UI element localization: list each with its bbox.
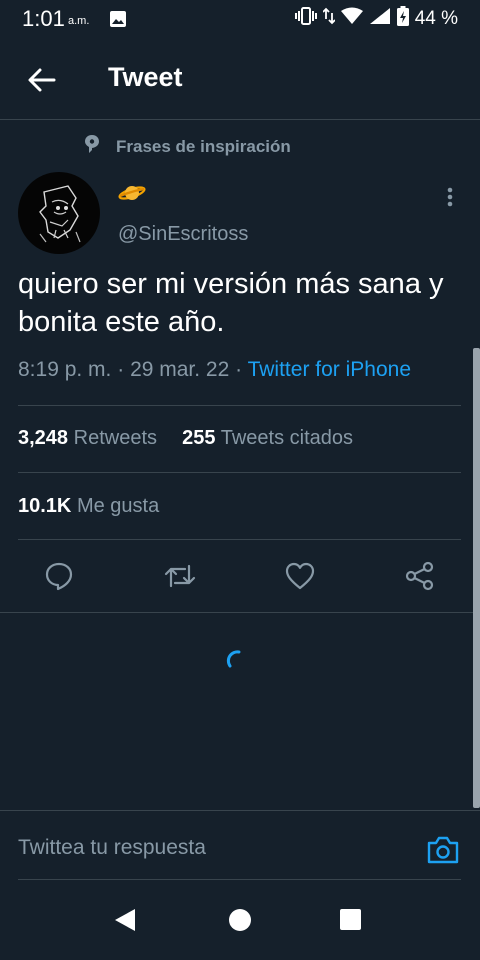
meta-separator: · [229,358,248,381]
quotes-label: Tweets citados [220,427,353,449]
avatar-illustration [39,185,81,243]
system-nav-bar [0,896,480,960]
like-icon [285,562,315,590]
reply-composer: Twittea tu respuesta [0,810,480,896]
author-handle[interactable]: @SinEscritoss [118,223,248,246]
nav-back-icon [115,909,135,931]
topic-label: Frases de inspiración [116,136,291,156]
quotes-stat[interactable]: 255 Tweets citados [182,427,353,449]
status-time: 1:01 [22,6,65,31]
data-arrows-icon [322,7,336,30]
retweet-icon [164,564,196,588]
reply-input[interactable]: Twittea tu respuesta [18,836,398,860]
divider [18,472,461,473]
likes-stat[interactable]: 10.1K Me gusta [18,495,159,518]
loading-spinner [226,648,246,673]
nav-recents-button[interactable] [340,909,361,930]
retweets-label: Retweets [73,427,157,449]
topic-pin-icon [84,134,100,159]
divider [0,612,480,613]
back-button[interactable] [24,62,60,98]
tweet-text: quiero ser mi versión más sana y bonita … [18,268,444,338]
tweet-date: 29 mar. 22 [130,358,230,381]
topic-context[interactable]: Frases de inspiración [84,134,291,159]
scrollbar[interactable] [473,348,480,808]
avatar[interactable] [18,172,100,254]
status-ampm: a.m. [68,15,90,27]
page-title: Tweet [108,62,183,92]
battery-charging-icon [396,6,409,31]
status-bar: 1:01 a.m. 44 % [0,0,480,38]
reply-underline [18,879,461,880]
retweet-button[interactable] [163,560,196,592]
tweet-meta: 8:19 p. m. · 29 mar. 22 · Twitter for iP… [18,358,411,382]
share-icon [405,561,434,591]
nav-back-button[interactable] [114,908,136,937]
more-options-button[interactable] [440,184,460,212]
signal-icon [369,7,391,30]
likes-count: 10.1K [18,495,72,517]
tweet-stats: 3,248 Retweets 255 Tweets citados [18,427,353,450]
retweets-stat[interactable]: 3,248 Retweets [18,427,157,449]
like-button[interactable] [284,560,316,592]
divider [18,539,461,540]
author-name[interactable]: 🪐 [118,182,148,209]
divider [18,405,461,406]
vibrate-icon [294,7,317,30]
reply-icon [45,562,73,591]
more-vertical-icon [447,187,453,207]
planet-emoji [118,186,146,200]
share-button[interactable] [404,560,436,592]
nav-home-button[interactable] [229,909,251,931]
gallery-icon [109,10,127,33]
retweets-count: 3,248 [18,427,69,449]
likes-label: Me gusta [76,495,160,517]
quotes-count: 255 [182,427,216,449]
tweet-source-link[interactable]: Twitter for iPhone [248,358,411,381]
wifi-icon [340,7,363,30]
header-bar: Tweet [0,38,480,120]
battery-percent: 44 % [414,7,458,29]
arrow-left-icon [28,68,56,92]
camera-icon [427,836,459,864]
meta-separator: · [111,358,131,381]
spinner-icon [226,650,241,668]
tweet-time: 8:19 p. m. [18,358,112,381]
reply-button[interactable] [43,560,75,592]
camera-button[interactable] [426,835,460,865]
